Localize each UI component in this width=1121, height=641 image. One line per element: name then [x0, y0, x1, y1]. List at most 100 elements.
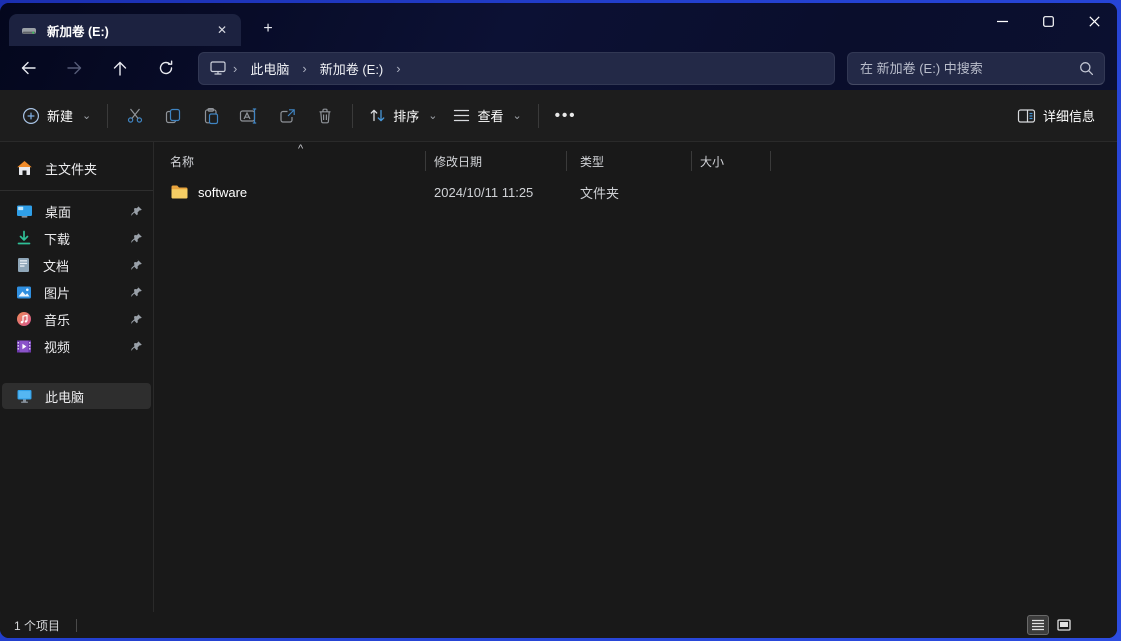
more-options-button[interactable]: ••• — [547, 98, 585, 134]
column-header-name[interactable]: 名称 ^ — [170, 143, 426, 171]
share-icon — [280, 108, 295, 123]
sidebar-item-desktop[interactable]: 桌面 — [2, 198, 151, 224]
search-icon — [1079, 61, 1094, 76]
file-name: software — [198, 184, 248, 200]
sidebar-item-label: 文档 — [43, 258, 70, 274]
sidebar-item-this-pc[interactable]: 此电脑 — [2, 383, 151, 409]
chevron-down-icon: ⌄ — [82, 110, 92, 122]
sidebar-item-label: 此电脑 — [45, 389, 85, 405]
toolbar-divider — [537, 103, 539, 128]
cut-button[interactable] — [116, 98, 154, 134]
new-tab-button[interactable]: + — [255, 16, 281, 42]
sidebar-item-label: 下载 — [44, 231, 71, 247]
sidebar-item-pictures[interactable]: 图片 — [2, 279, 151, 305]
share-button[interactable] — [268, 98, 306, 134]
search-box[interactable] — [847, 51, 1105, 85]
chevron-down-icon: ⌄ — [428, 110, 438, 122]
folder-icon — [170, 184, 189, 200]
sidebar-item-downloads[interactable]: 下载 — [2, 225, 151, 251]
pin-icon — [130, 312, 143, 325]
view-button[interactable]: 查看 ⌄ — [445, 98, 529, 134]
sidebar-item-documents[interactable]: 文档 — [2, 252, 151, 278]
pin-icon — [130, 231, 143, 244]
more-icon: ••• — [554, 107, 577, 124]
this-pc-icon — [16, 388, 33, 404]
view-icon — [453, 108, 470, 123]
item-count: 1 个项目 — [14, 618, 61, 633]
sort-button[interactable]: 排序 ⌄ — [361, 98, 445, 134]
toolbar-divider — [352, 103, 354, 128]
sidebar-item-label: 主文件夹 — [45, 161, 98, 177]
sort-button-label: 排序 — [393, 109, 420, 124]
delete-icon — [319, 108, 331, 123]
sidebar-item-home[interactable]: 主文件夹 — [2, 153, 151, 183]
pictures-icon — [16, 285, 32, 300]
toolbar-divider — [107, 103, 109, 128]
sidebar-item-label: 桌面 — [45, 204, 72, 220]
rename-button[interactable] — [230, 98, 268, 134]
videos-icon — [16, 339, 32, 354]
sort-icon — [369, 107, 386, 124]
address-bar[interactable]: › 此电脑 › 新加卷 (E:) › — [198, 51, 835, 85]
column-header-modified[interactable]: 修改日期 — [426, 151, 567, 171]
breadcrumb-drive[interactable]: 新加卷 (E:) — [313, 56, 391, 81]
drive-icon — [21, 22, 37, 38]
details-pane-label: 详细信息 — [1042, 109, 1095, 124]
chevron-right-icon: › — [396, 60, 401, 76]
column-headers: 名称 ^ 修改日期 类型 大小 — [170, 143, 1117, 174]
minimize-button[interactable] — [979, 3, 1025, 39]
sidebar-item-label: 音乐 — [44, 312, 71, 328]
search-input[interactable] — [860, 60, 1079, 76]
sidebar-item-label: 图片 — [44, 285, 71, 301]
explorer-tab[interactable]: 新加卷 (E:) ✕ — [9, 14, 241, 46]
cut-icon — [127, 108, 142, 123]
thumbnails-view-toggle[interactable] — [1053, 615, 1075, 635]
chevron-right-icon: › — [302, 60, 307, 76]
file-type: 文件夹 — [580, 185, 620, 201]
sort-ascending-icon: ^ — [298, 143, 304, 155]
status-divider — [76, 618, 78, 632]
close-button[interactable] — [1071, 3, 1117, 39]
details-view-toggle[interactable] — [1027, 615, 1049, 635]
paste-icon — [205, 107, 219, 124]
pin-icon — [130, 339, 143, 352]
tab-close-icon[interactable]: ✕ — [211, 19, 233, 41]
home-icon — [16, 160, 33, 176]
file-row-software[interactable]: software 2024/10/11 11:25 文件夹 — [170, 178, 1117, 206]
file-modified: 2024/10/11 11:25 — [434, 184, 534, 200]
chevron-down-icon: ⌄ — [512, 110, 522, 122]
navigation-bar: › 此电脑 › 新加卷 (E:) › — [0, 46, 1117, 90]
file-explorer-window: 新加卷 (E:) ✕ + › 此电脑 › 新加卷 (E:) › 在 新加卷 (E… — [0, 3, 1117, 638]
navigation-pane: 主文件夹 桌面 下载 文档 图片 音乐 视频 此电脑 — [0, 142, 154, 612]
view-button-label: 查看 — [477, 109, 504, 124]
this-pc-icon — [209, 60, 227, 76]
tab-title: 新加卷 (E:) — [47, 24, 109, 39]
refresh-button[interactable] — [148, 51, 184, 85]
column-header-size[interactable]: 大小 — [692, 151, 771, 171]
details-pane-button[interactable]: 详细信息 — [1009, 98, 1103, 134]
back-button[interactable] — [10, 51, 46, 85]
desktop-icon — [16, 204, 33, 219]
pin-icon — [130, 285, 143, 298]
sidebar-item-videos[interactable]: 视频 — [2, 333, 151, 359]
copy-icon — [166, 108, 181, 123]
up-button[interactable] — [102, 51, 138, 85]
downloads-icon — [16, 230, 32, 246]
forward-button[interactable] — [56, 51, 92, 85]
copy-button[interactable] — [154, 98, 192, 134]
pin-icon — [130, 204, 143, 217]
documents-icon — [16, 257, 31, 273]
maximize-button[interactable] — [1025, 3, 1071, 39]
paste-button[interactable] — [192, 98, 230, 134]
new-plus-icon — [22, 107, 40, 125]
pin-icon — [130, 258, 143, 271]
breadcrumb-this-pc[interactable]: 此电脑 — [243, 56, 296, 81]
titlebar: 新加卷 (E:) ✕ + — [0, 3, 1117, 46]
delete-button[interactable] — [306, 98, 344, 134]
rename-icon — [240, 107, 257, 124]
column-header-type[interactable]: 类型 — [567, 151, 692, 171]
new-button[interactable]: 新建 ⌄ — [14, 98, 99, 134]
sidebar-item-music[interactable]: 音乐 — [2, 306, 151, 332]
command-toolbar: 新建 ⌄ 排序 ⌄ 查看 ⌄ ••• 详细信息 — [0, 90, 1117, 142]
sidebar-item-label: 视频 — [44, 339, 71, 355]
